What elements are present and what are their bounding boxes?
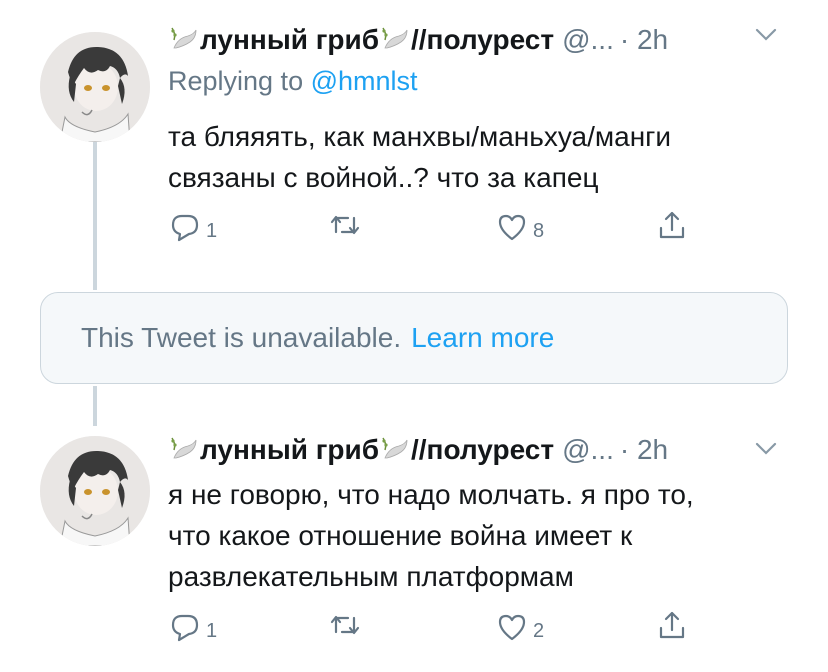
share-icon — [659, 211, 685, 239]
reply-button[interactable]: 1 — [170, 210, 217, 243]
chevron-down-icon[interactable] — [755, 28, 777, 42]
replying-to-mention[interactable]: @hmnlst — [311, 66, 418, 96]
dove-icon — [171, 27, 197, 49]
retweet-icon — [330, 615, 360, 635]
reply-icon — [171, 614, 199, 641]
tweet-header: лунный гриб //полурест @... · 2h — [168, 430, 668, 470]
display-name-suffix: //полурест — [411, 434, 555, 465]
learn-more-link[interactable]: Learn more — [411, 322, 554, 354]
retweet-button[interactable] — [330, 610, 360, 640]
like-button[interactable]: 8 — [497, 210, 544, 243]
like-icon — [498, 614, 526, 640]
dove-icon — [382, 437, 408, 459]
tweet-text-line: развлекательным платформам — [168, 561, 574, 592]
avatar-image — [40, 32, 150, 142]
replying-to: Replying to @hmnlst — [168, 66, 418, 97]
display-name-text: лунный гриб — [200, 434, 379, 465]
display-name-text: лунный гриб — [200, 24, 379, 55]
tweet-2[interactable]: лунный гриб //полурест @... · 2h я не го… — [0, 420, 828, 672]
reply-count: 1 — [206, 220, 218, 242]
like-icon — [498, 214, 526, 240]
tweet-1[interactable]: лунный гриб //полурест @... · 2h Replyin… — [0, 14, 828, 264]
tweet-text-line: что какое отношение война имеет к — [168, 520, 633, 551]
tweet-text-line: связаны с войной..? что за капец — [168, 162, 599, 193]
reply-button[interactable]: 1 — [170, 610, 217, 643]
reply-count: 1 — [206, 620, 218, 642]
tweet-text: та бляяять, как манхвы/маньхуа/манги свя… — [168, 116, 671, 198]
share-button[interactable] — [657, 210, 687, 240]
dove-icon — [171, 437, 197, 459]
retweet-icon — [330, 215, 360, 235]
tweet-header: лунный гриб //полурест @... · 2h — [168, 20, 668, 60]
tweet-actions: 1 8 — [0, 210, 828, 244]
like-count: 2 — [533, 620, 545, 642]
unavailable-message: This Tweet is unavailable. — [81, 322, 402, 353]
avatar[interactable] — [40, 32, 150, 142]
unavailable-tweet-card: This Tweet is unavailable. Learn more — [40, 292, 788, 384]
handle[interactable]: @... — [562, 24, 614, 56]
display-name[interactable]: лунный гриб //полурест — [168, 24, 554, 56]
tweet-text: я не говорю, что надо молчать. я про то,… — [168, 474, 694, 597]
retweet-button[interactable] — [330, 210, 360, 240]
tweet-actions: 1 2 — [0, 610, 828, 644]
tweet-text-line: я не говорю, что надо молчать. я про то, — [168, 479, 694, 510]
avatar-image — [40, 436, 150, 546]
display-name[interactable]: лунный гриб //полурест — [168, 434, 554, 466]
chevron-down-icon[interactable] — [755, 442, 777, 456]
handle[interactable]: @... — [562, 434, 614, 466]
replying-to-label: Replying to — [168, 66, 304, 96]
tweet-text-line: та бляяять, как манхвы/маньхуа/манги — [168, 121, 672, 152]
like-count: 8 — [533, 220, 545, 242]
timestamp[interactable]: · 2h — [620, 24, 668, 56]
timestamp[interactable]: · 2h — [620, 434, 668, 466]
display-name-suffix: //полурест — [411, 24, 555, 55]
reply-icon — [171, 214, 199, 241]
dove-icon — [382, 27, 408, 49]
share-button[interactable] — [657, 610, 687, 640]
share-icon — [659, 611, 685, 639]
avatar[interactable] — [40, 436, 150, 546]
like-button[interactable]: 2 — [497, 610, 544, 643]
